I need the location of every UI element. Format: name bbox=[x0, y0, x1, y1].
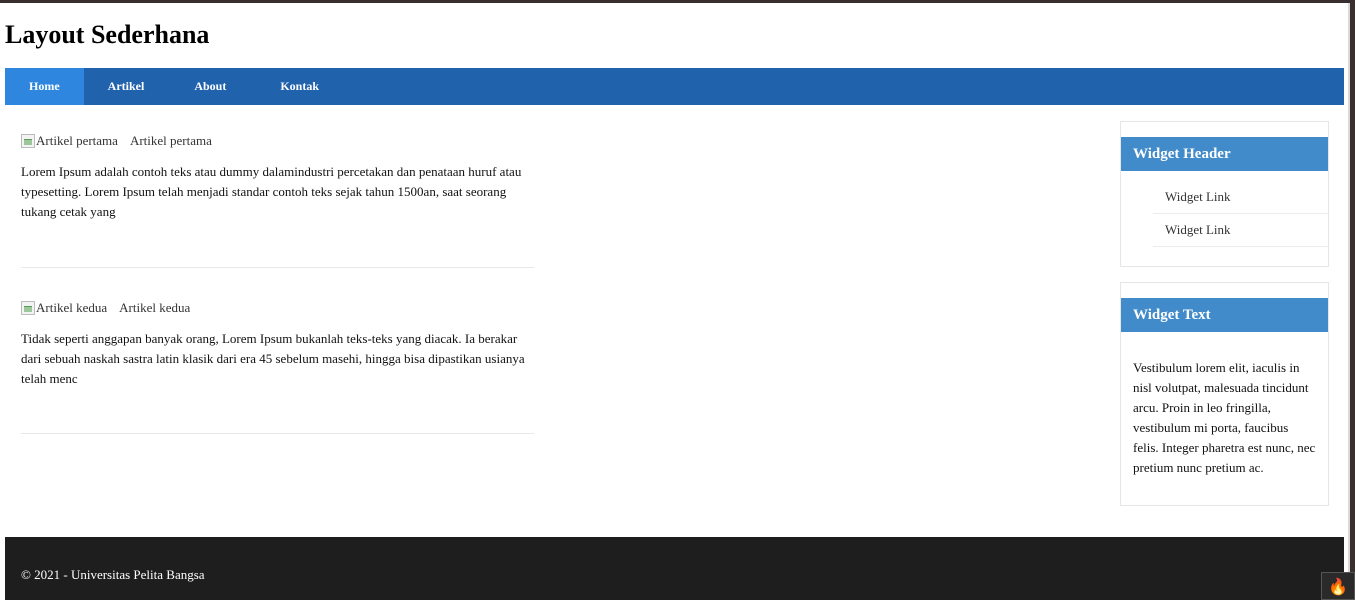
scrollbar-track[interactable] bbox=[1348, 3, 1350, 600]
widget-body-text: Vestibulum lorem elit, iaculis in nisl v… bbox=[1133, 360, 1316, 475]
widget-link-list: Widget Link Widget Link bbox=[1153, 181, 1328, 247]
footer-copyright: © 2021 - Universitas Pelita Bangsa bbox=[21, 567, 205, 582]
nav-kontak[interactable]: Kontak bbox=[256, 68, 343, 105]
article-text: Tidak seperti anggapan banyak orang, Lor… bbox=[21, 331, 525, 386]
nav-about[interactable]: About bbox=[168, 68, 256, 105]
main-navbar: Home Artikel About Kontak bbox=[5, 68, 1344, 105]
site-footer: © 2021 - Universitas Pelita Bangsa bbox=[5, 537, 1344, 600]
article-header: Artikel kedua Artikel kedua bbox=[21, 299, 534, 317]
article-card: Artikel pertama Artikel pertama Lorem Ip… bbox=[21, 132, 534, 268]
article-image: Artikel kedua bbox=[21, 300, 107, 316]
nav-home[interactable]: Home bbox=[5, 68, 84, 105]
article-text: Lorem Ipsum adalah contoh teks atau dumm… bbox=[21, 164, 522, 219]
widget-link[interactable]: Widget Link bbox=[1153, 214, 1328, 247]
article-image: Artikel pertama bbox=[21, 133, 118, 149]
article-header: Artikel pertama Artikel pertama bbox=[21, 132, 534, 150]
widget-text-box: Widget Text Vestibulum lorem elit, iacul… bbox=[1120, 282, 1329, 506]
widget-link[interactable]: Widget Link bbox=[1153, 181, 1328, 214]
site-title: Layout Sederhana bbox=[5, 20, 210, 49]
widget-title: Widget Header bbox=[1121, 137, 1328, 171]
window-top-border bbox=[0, 0, 1355, 3]
article-card: Artikel kedua Artikel kedua Tidak sepert… bbox=[21, 299, 534, 434]
article-title: Artikel kedua bbox=[119, 300, 191, 315]
article-image-alt: Artikel kedua bbox=[36, 300, 108, 315]
article-image-alt: Artikel pertama bbox=[36, 133, 118, 148]
flame-icon: 🔥 bbox=[1328, 579, 1348, 596]
window-right-border bbox=[1350, 0, 1355, 600]
corner-badge[interactable]: 🔥 bbox=[1321, 572, 1355, 600]
article-title: Artikel pertama bbox=[129, 133, 212, 148]
widget-title: Widget Text bbox=[1121, 298, 1328, 332]
nav-artikel[interactable]: Artikel bbox=[84, 68, 169, 105]
broken-image-icon bbox=[21, 134, 35, 148]
widget-header-box: Widget Header Widget Link Widget Link bbox=[1120, 121, 1329, 267]
broken-image-icon bbox=[21, 301, 35, 315]
